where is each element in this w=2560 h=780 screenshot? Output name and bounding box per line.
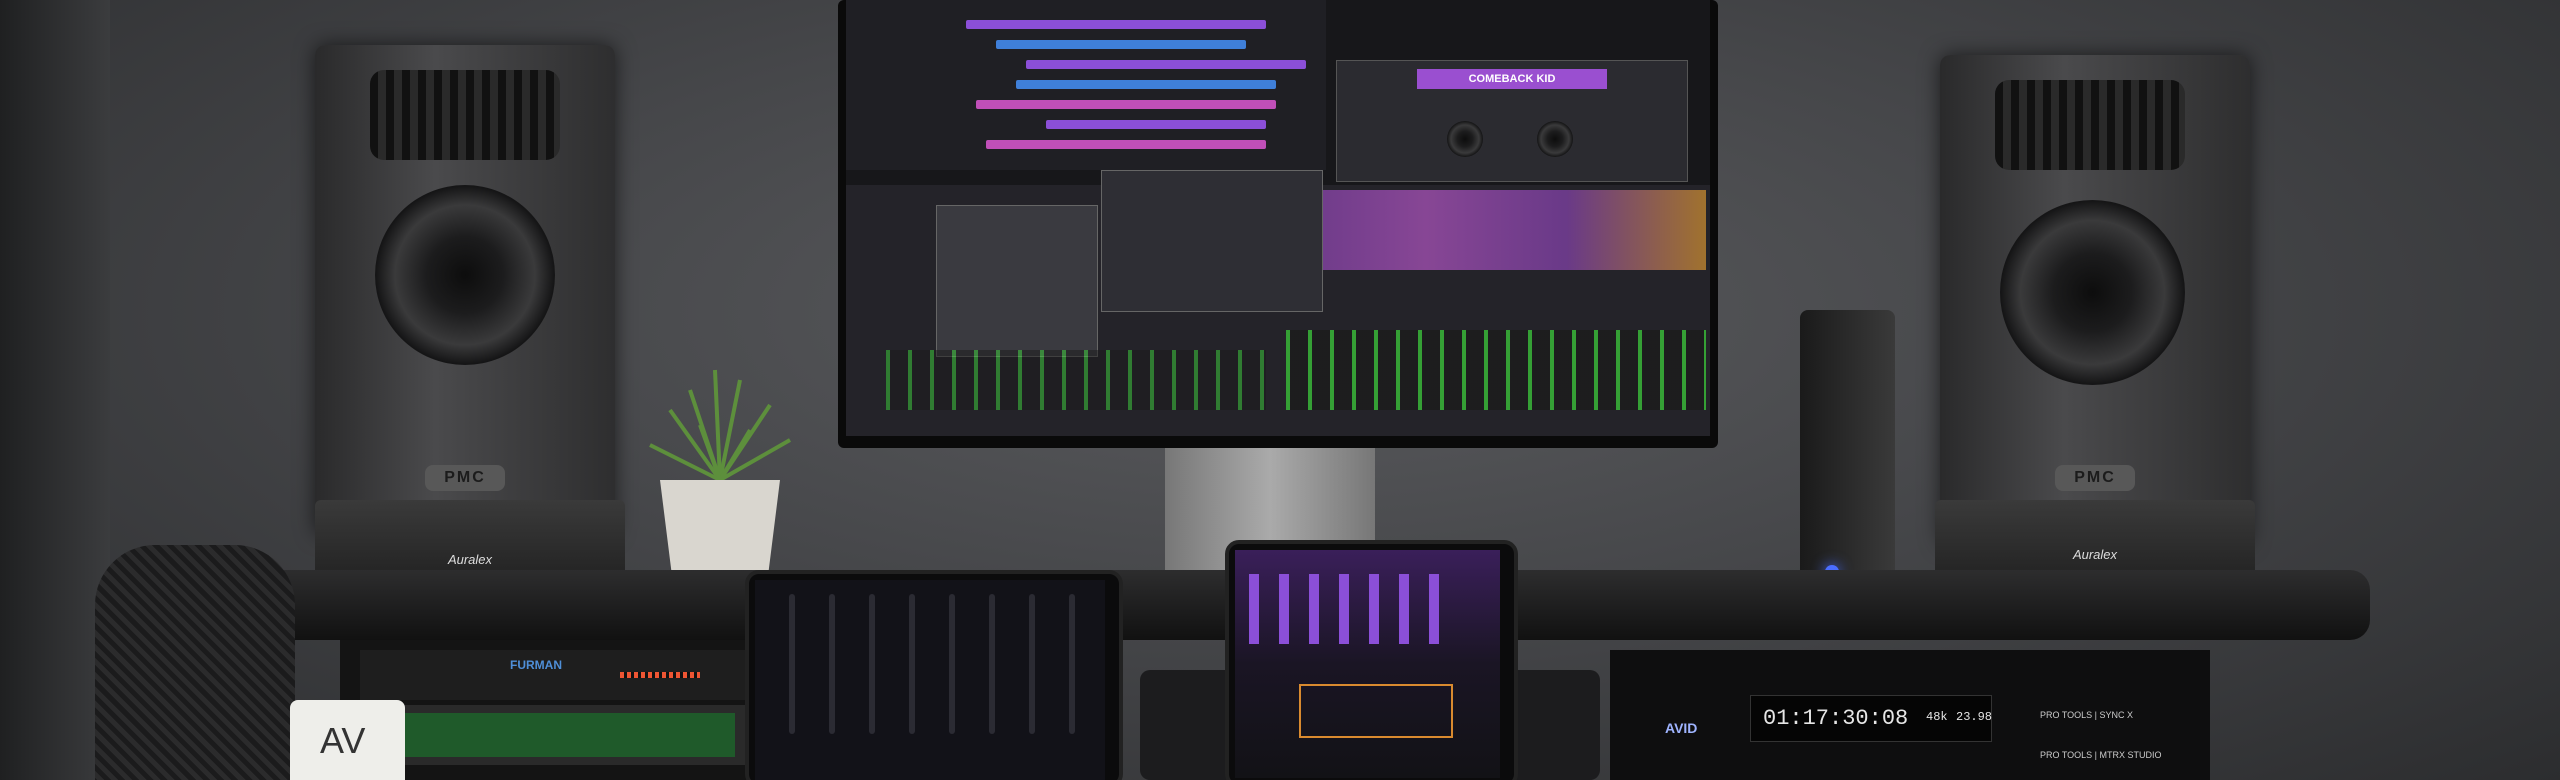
left-tablet <box>745 570 1123 780</box>
plugin-knob-icon <box>1447 121 1483 157</box>
mixer-meters <box>1286 330 1706 410</box>
monitor-screen: COMEBACK KID <box>846 0 1710 436</box>
left-speaker: PMC <box>315 45 615 535</box>
track-region <box>1046 120 1266 129</box>
right-speaker: PMC <box>1940 55 2250 545</box>
studio-photo: PMC Auralex COMEBACK KID PMC Auralex FUR… <box>0 0 2560 780</box>
plugin-knob-icon <box>1537 121 1573 157</box>
green-panel <box>405 713 735 757</box>
frame-rate-readout: 23.98 <box>1956 710 1993 724</box>
right-stand-label: Auralex <box>2072 547 2118 562</box>
track-region <box>996 40 1246 49</box>
track-region <box>1026 60 1306 69</box>
tablet-fader <box>789 594 795 734</box>
timecode-readout: 01:17:30:08 <box>1763 706 1909 731</box>
tablet-fader <box>1029 594 1035 734</box>
mixer-strip-colors <box>1286 190 1706 270</box>
mtrx-label: PRO TOOLS | MTRX STUDIO <box>2040 750 2162 760</box>
coffee-mug: AV <box>290 700 405 780</box>
right-speaker-woofer <box>2000 200 2185 385</box>
left-stand-label: Auralex <box>447 552 493 567</box>
left-speaker-woofer <box>375 185 555 365</box>
tablet-fader <box>829 594 835 734</box>
orange-box <box>1299 684 1453 738</box>
furman-label: FURMAN <box>510 658 562 672</box>
plugin-title: COMEBACK KID <box>1417 69 1607 89</box>
mug-logo: AV <box>320 720 366 761</box>
track-region <box>976 100 1276 109</box>
furman-unit: FURMAN <box>360 650 750 700</box>
sync-display: 01:17:30:08 48k 23.98 <box>1750 695 1992 742</box>
thunderbolt-chassis <box>1800 310 1895 610</box>
monitor: COMEBACK KID <box>838 0 1718 448</box>
wall-corner <box>0 0 110 780</box>
mixer-meters <box>886 350 1266 410</box>
eq-plugin <box>936 205 1098 357</box>
right-speaker-logo: PMC <box>2055 465 2135 491</box>
tablet-fader <box>949 594 955 734</box>
left-speaker-logo: PMC <box>425 465 505 491</box>
track-region <box>986 140 1266 149</box>
office-chair <box>95 545 295 780</box>
tablet-fader <box>989 594 995 734</box>
center-tablet <box>1225 540 1518 780</box>
right-rack: AVID 01:17:30:08 48k 23.98 PRO TOOLS | S… <box>1610 650 2210 780</box>
track-region <box>1016 80 1276 89</box>
tablet-fader <box>909 594 915 734</box>
interface-unit <box>360 705 750 765</box>
sample-rate-readout: 48k <box>1926 710 1948 724</box>
meter-plugin <box>1101 170 1323 312</box>
right-speaker-port <box>1995 80 2185 170</box>
tablet-fader <box>869 594 875 734</box>
track-region <box>966 20 1266 29</box>
plugin-window: COMEBACK KID <box>1336 60 1688 182</box>
left-speaker-port <box>370 70 560 160</box>
tablet-screen <box>755 580 1105 780</box>
sync-label: PRO TOOLS | SYNC X <box>2040 710 2134 720</box>
meter-bars <box>1249 574 1449 644</box>
level-meter <box>620 672 700 678</box>
avid-logo: AVID <box>1665 720 1698 736</box>
tablet-fader <box>1069 594 1075 734</box>
